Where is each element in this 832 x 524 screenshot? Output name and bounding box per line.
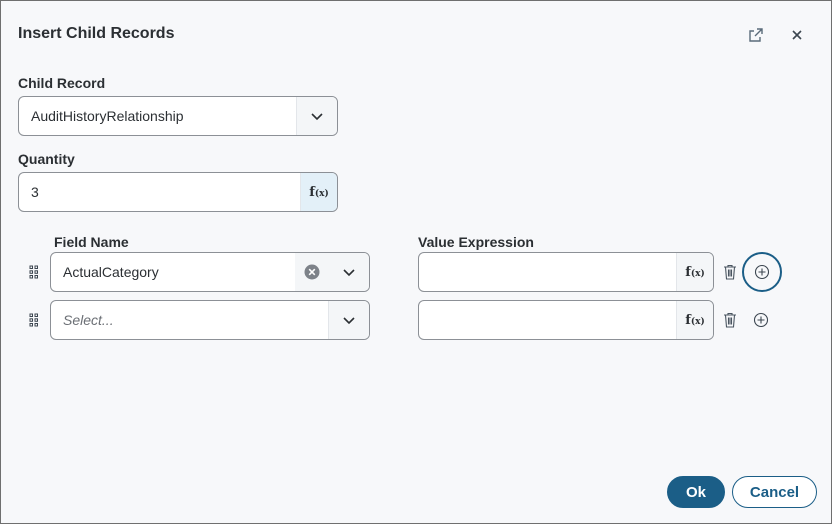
- drag-handle-icon[interactable]: [28, 312, 40, 328]
- function-icon[interactable]: f(x): [676, 301, 713, 339]
- child-record-select[interactable]: AuditHistoryRelationship: [18, 96, 338, 136]
- field-name-placeholder: Select...: [63, 312, 114, 328]
- field-name-header: Field Name: [54, 234, 129, 250]
- fx-label: f(x): [685, 312, 705, 328]
- field-name-select[interactable]: Select...: [50, 300, 370, 340]
- plus-circle-icon: [753, 312, 769, 328]
- chevron-down-icon[interactable]: [296, 97, 337, 135]
- function-icon[interactable]: f(x): [676, 253, 713, 291]
- ok-button[interactable]: Ok: [667, 476, 725, 508]
- chevron-down-icon[interactable]: [329, 253, 369, 291]
- chevron-down-icon[interactable]: [328, 301, 369, 339]
- value-expression-input[interactable]: f(x): [418, 300, 714, 340]
- add-row-button[interactable]: [742, 252, 782, 292]
- child-record-value: AuditHistoryRelationship: [31, 108, 184, 124]
- field-name-select[interactable]: ActualCategory: [50, 252, 370, 292]
- fx-label: f(x): [685, 264, 705, 280]
- close-icon[interactable]: [788, 26, 806, 44]
- clear-icon[interactable]: [295, 253, 329, 291]
- dialog-title: Insert Child Records: [18, 25, 175, 42]
- value-expression-input[interactable]: f(x): [418, 252, 714, 292]
- cancel-button[interactable]: Cancel: [732, 476, 817, 508]
- delete-icon[interactable]: [721, 311, 739, 329]
- function-icon[interactable]: f(x): [300, 173, 337, 211]
- field-name-value: ActualCategory: [63, 264, 159, 280]
- delete-icon[interactable]: [721, 263, 739, 281]
- quantity-input[interactable]: 3 f(x): [18, 172, 338, 212]
- value-expression-header: Value Expression: [418, 234, 534, 250]
- insert-child-records-dialog: Insert Child Records Child Record AuditH…: [0, 0, 832, 524]
- fx-label: f(x): [309, 184, 329, 200]
- add-row-button[interactable]: [752, 311, 770, 329]
- drag-handle-icon[interactable]: [28, 264, 40, 280]
- plus-circle-icon: [754, 264, 770, 280]
- popout-icon[interactable]: [747, 26, 765, 44]
- child-record-label: Child Record: [18, 75, 106, 91]
- quantity-value[interactable]: 3: [19, 184, 300, 200]
- quantity-label: Quantity: [18, 151, 75, 167]
